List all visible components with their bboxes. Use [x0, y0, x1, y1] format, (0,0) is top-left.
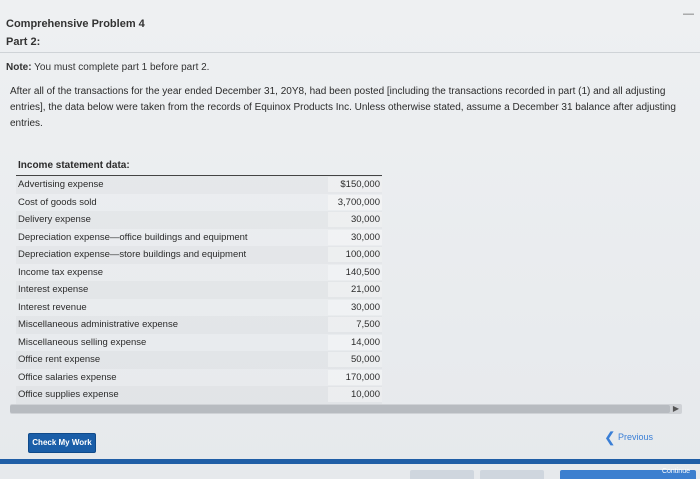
instructions-paragraph: After all of the transactions for the ye…: [10, 86, 676, 129]
row-amount: 7,500: [356, 319, 380, 330]
note-text: You must complete part 1 before part 2.: [34, 62, 210, 73]
table-row: Advertising expense $150,000: [16, 176, 382, 194]
table-row: Cost of goods sold 3,700,000: [16, 194, 382, 212]
bottom-tab-bar: Continue: [410, 468, 700, 479]
table-row: Office salaries expense 170,000: [16, 369, 382, 387]
table-title: Income statement data:: [18, 160, 130, 171]
row-label: Office supplies expense: [18, 389, 119, 400]
table-row: Interest revenue 30,000: [16, 299, 382, 317]
table-row: Depreciation expense—store buildings and…: [16, 246, 382, 264]
header: Comprehensive Problem 4 Part 2: —: [0, 8, 700, 58]
chevron-left-icon: ❮: [604, 429, 616, 445]
scroll-right-arrow-icon[interactable]: ▶: [673, 404, 679, 413]
bottom-tab-1[interactable]: [410, 470, 474, 479]
row-amount: 30,000: [350, 301, 380, 313]
table-row: Office supplies expense 10,000: [16, 386, 382, 404]
row-label: Cost of goods sold: [18, 196, 97, 208]
row-amount: 10,000: [350, 389, 380, 400]
previous-button[interactable]: ❮ Previous: [604, 429, 700, 449]
table-row: Office rent expense 50,000: [16, 351, 382, 369]
row-amount: 21,000: [350, 284, 380, 295]
row-label: Depreciation expense—office buildings an…: [18, 231, 248, 243]
row-label: Advertising expense: [18, 179, 104, 190]
table-row: Miscellaneous administrative expense 7,50…: [16, 316, 382, 334]
table-row: Delivery expense 30,000: [16, 211, 382, 229]
table-rows: Advertising expense $150,000 Cost of good…: [16, 176, 382, 404]
row-label: Miscellaneous administrative expense: [18, 319, 178, 330]
row-label: Delivery expense: [18, 214, 91, 225]
row-amount: 50,000: [350, 354, 380, 365]
row-label: Interest expense: [18, 284, 89, 295]
note-label: Note:: [6, 62, 32, 73]
row-label: Depreciation expense—store buildings and…: [18, 249, 247, 260]
row-label: Miscellaneous selling expense: [18, 336, 147, 348]
row-label: Interest revenue: [18, 301, 87, 313]
part-label: Part 2:: [6, 36, 41, 48]
row-label: Office salaries expense: [18, 371, 117, 383]
income-statement-table: Income statement data: Advertising expen…: [16, 158, 382, 407]
table-row: Interest expense 21,000: [16, 281, 382, 299]
previous-label: Previous: [618, 432, 654, 442]
corner-mark: —: [683, 8, 694, 20]
note: Note: You must complete part 1 before pa…: [6, 62, 209, 73]
row-label: Income tax expense: [18, 266, 104, 278]
horizontal-scrollbar[interactable]: ▶: [10, 404, 682, 414]
page-title: Comprehensive Problem 4: [6, 18, 145, 30]
bottom-tab-continue[interactable]: Continue: [560, 468, 696, 479]
row-amount: 140,500: [345, 266, 380, 278]
table-row: Income tax expense 140,500: [16, 264, 382, 282]
row-amount: 14,000: [350, 336, 380, 348]
row-label: Office rent expense: [18, 354, 101, 365]
row-amount: 3,700,000: [337, 196, 380, 208]
row-amount: 170,000: [345, 371, 380, 383]
bottom-tab-2[interactable]: [480, 470, 544, 479]
table-row: Miscellaneous selling expense 14,000: [16, 334, 382, 352]
table-row: Depreciation expense—office buildings an…: [16, 229, 382, 247]
row-amount: 100,000: [345, 249, 380, 260]
continue-label: Continue: [661, 468, 690, 475]
footer-accent-line: [0, 459, 700, 464]
row-amount: 30,000: [350, 231, 380, 243]
header-divider: [0, 52, 700, 53]
check-my-work-button[interactable]: Check My Work: [28, 433, 96, 453]
scrollbar-thumb[interactable]: [10, 405, 670, 413]
row-amount: $150,000: [340, 179, 380, 190]
row-amount: 30,000: [350, 214, 380, 225]
